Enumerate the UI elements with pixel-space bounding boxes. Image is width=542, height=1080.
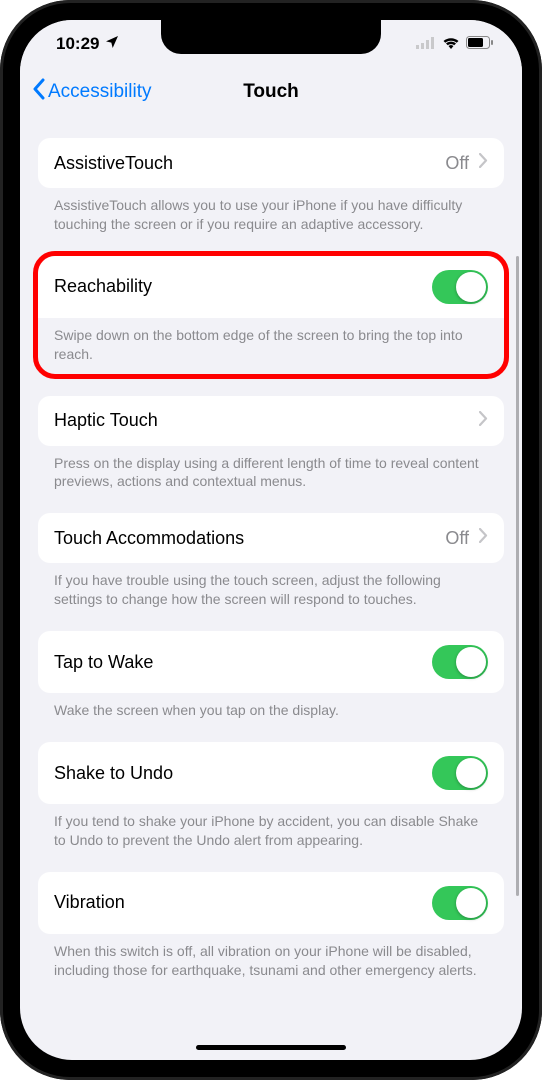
reachability-toggle[interactable] [432, 270, 488, 304]
tap-to-wake-row[interactable]: Tap to Wake [38, 631, 504, 693]
row-title: Shake to Undo [54, 763, 173, 784]
vibration-footer: When this switch is off, all vibration o… [38, 934, 504, 1002]
shake-to-undo-footer: If you tend to shake your iPhone by acci… [38, 804, 504, 872]
chevron-left-icon [32, 78, 45, 106]
vibration-toggle[interactable] [432, 886, 488, 920]
row-title: Touch Accommodations [54, 528, 244, 549]
row-title: Reachability [54, 276, 152, 297]
tap-to-wake-footer: Wake the screen when you tap on the disp… [38, 693, 504, 742]
back-label: Accessibility [48, 81, 151, 103]
reachability-highlight: Reachability Swipe down on the bottom ed… [33, 251, 509, 379]
scroll-indicator [516, 256, 519, 896]
row-value: Off [445, 153, 469, 174]
touch-accommodations-footer: If you have trouble using the touch scre… [38, 563, 504, 631]
vibration-row[interactable]: Vibration [38, 872, 504, 934]
row-title: AssistiveTouch [54, 153, 173, 174]
chevron-right-icon [479, 411, 488, 431]
page-title: Touch [243, 81, 299, 103]
row-title: Vibration [54, 892, 125, 913]
settings-content[interactable]: AssistiveTouch Off AssistiveTouch allows… [20, 116, 522, 1040]
touch-accommodations-row[interactable]: Touch Accommodations Off [38, 513, 504, 563]
home-indicator[interactable] [196, 1045, 346, 1050]
assistivetouch-footer: AssistiveTouch allows you to use your iP… [38, 188, 504, 256]
location-icon [104, 34, 120, 55]
battery-icon [466, 34, 494, 54]
haptic-touch-row[interactable]: Haptic Touch [38, 396, 504, 446]
row-value: Off [445, 528, 469, 549]
tap-to-wake-toggle[interactable] [432, 645, 488, 679]
row-title: Tap to Wake [54, 652, 153, 673]
notch [161, 20, 381, 54]
assistivetouch-row[interactable]: AssistiveTouch Off [38, 138, 504, 188]
shake-to-undo-toggle[interactable] [432, 756, 488, 790]
haptic-touch-footer: Press on the display using a different l… [38, 446, 504, 514]
nav-bar: Accessibility Touch [20, 68, 522, 116]
shake-to-undo-row[interactable]: Shake to Undo [38, 742, 504, 804]
status-time: 10:29 [56, 34, 99, 54]
wifi-icon [442, 34, 460, 54]
chevron-right-icon [479, 153, 488, 173]
cellular-icon [416, 34, 436, 54]
phone-frame: 10:29 [0, 0, 542, 1080]
back-button[interactable]: Accessibility [32, 78, 151, 106]
screen: 10:29 [20, 20, 522, 1060]
chevron-right-icon [479, 528, 488, 548]
reachability-row[interactable]: Reachability [38, 256, 504, 318]
row-title: Haptic Touch [54, 410, 158, 431]
reachability-footer: Swipe down on the bottom edge of the scr… [38, 318, 504, 374]
